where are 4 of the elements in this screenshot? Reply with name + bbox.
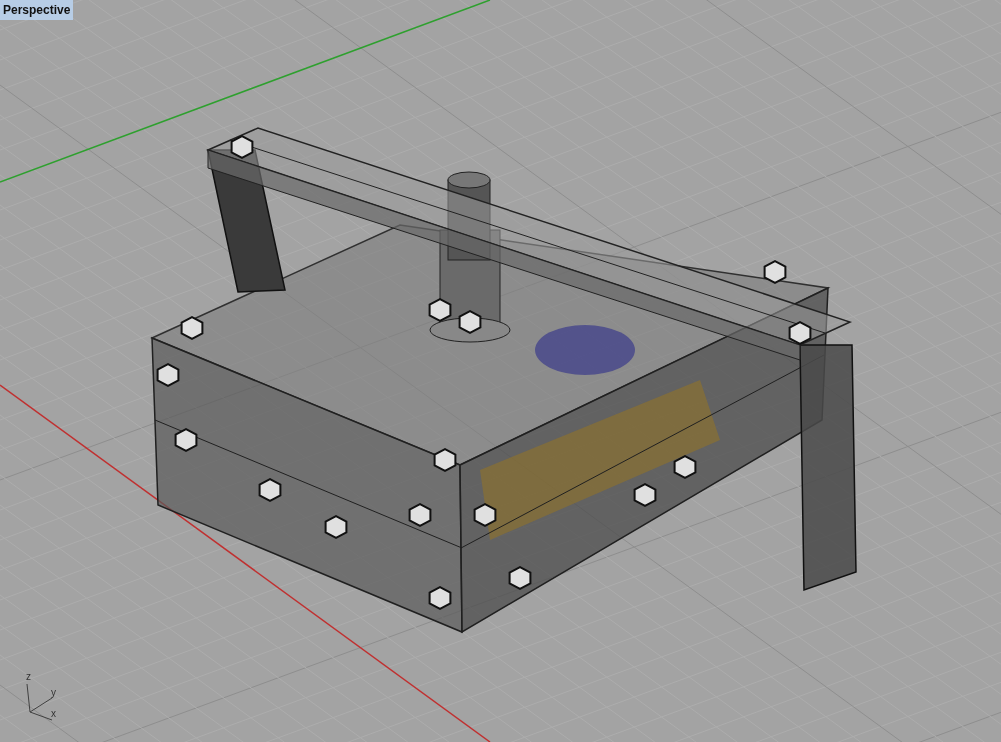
x-axis-label: x	[51, 709, 56, 719]
z-axis-label: z	[26, 672, 31, 682]
y-axis-label: y	[51, 688, 56, 698]
viewport-title[interactable]: Perspective	[0, 0, 74, 20]
